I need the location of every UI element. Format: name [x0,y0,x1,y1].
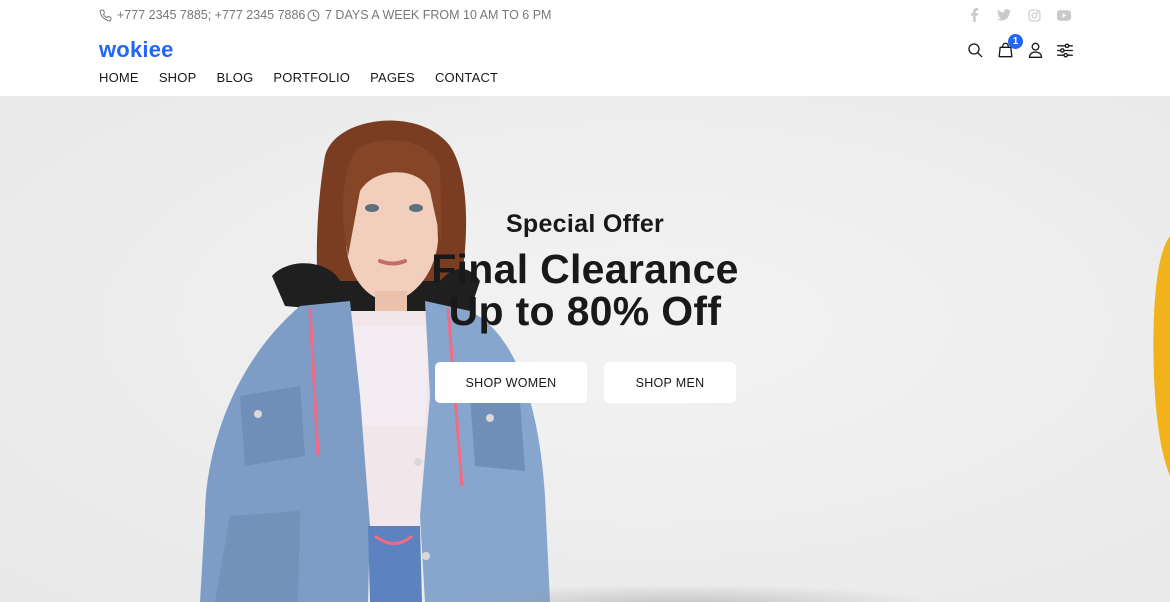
settings-icon[interactable] [1056,41,1074,59]
nav-item-blog[interactable]: BLOG [216,70,253,86]
instagram-icon[interactable] [1026,7,1042,23]
opening-hours: 7 DAYS A WEEK FROM 10 AM TO 6 PM [325,8,552,22]
nav-item-portfolio[interactable]: PORTFOLIO [273,70,350,86]
hero-banner: Special Offer Final Clearance Up to 80% … [0,96,1170,602]
yellow-jacket-image [1153,236,1170,476]
hero-subtitle: Special Offer [505,210,665,238]
cart-icon[interactable]: 1 [996,34,1023,59]
hero-title: Final Clearance Up to 80% Off [431,248,739,332]
floor-shadow [420,584,940,602]
hours-info: 7 DAYS A WEEK FROM 10 AM TO 6 PM [307,8,551,22]
phone-icon [99,9,112,21]
cart-count-badge: 1 [1008,34,1023,49]
nav-item-shop[interactable]: SHOP [159,70,197,86]
nav-item-home[interactable]: HOME [99,70,139,86]
phone-numbers: +777 2345 7885; +777 2345 7886 [117,8,306,22]
hero-title-line-1: Final Clearance [431,246,739,292]
header-icons: 1 [966,34,1074,59]
youtube-icon[interactable] [1056,7,1072,23]
twitter-icon[interactable] [996,7,1012,23]
shop-women-button[interactable]: SHOP WOMEN [435,362,587,403]
social-links [966,7,1072,23]
main-nav: HOME SHOP BLOG PORTFOLIO PAGES CONTACT [99,70,518,86]
phone-info: +777 2345 7885; +777 2345 7886 [99,8,305,22]
hero-title-line-2: Up to 80% Off [448,288,722,334]
clock-icon [307,9,320,21]
shop-men-button[interactable]: SHOP MEN [604,362,736,403]
nav-item-contact[interactable]: CONTACT [435,70,498,86]
site-logo[interactable]: wokiee [99,37,174,63]
search-icon[interactable] [966,41,984,59]
account-icon[interactable] [1026,41,1044,59]
nav-item-pages[interactable]: PAGES [370,70,415,86]
hero-model-image [200,120,550,602]
facebook-icon[interactable] [966,7,982,23]
top-bar: +777 2345 7885; +777 2345 7886 7 DAYS A … [0,0,1170,30]
